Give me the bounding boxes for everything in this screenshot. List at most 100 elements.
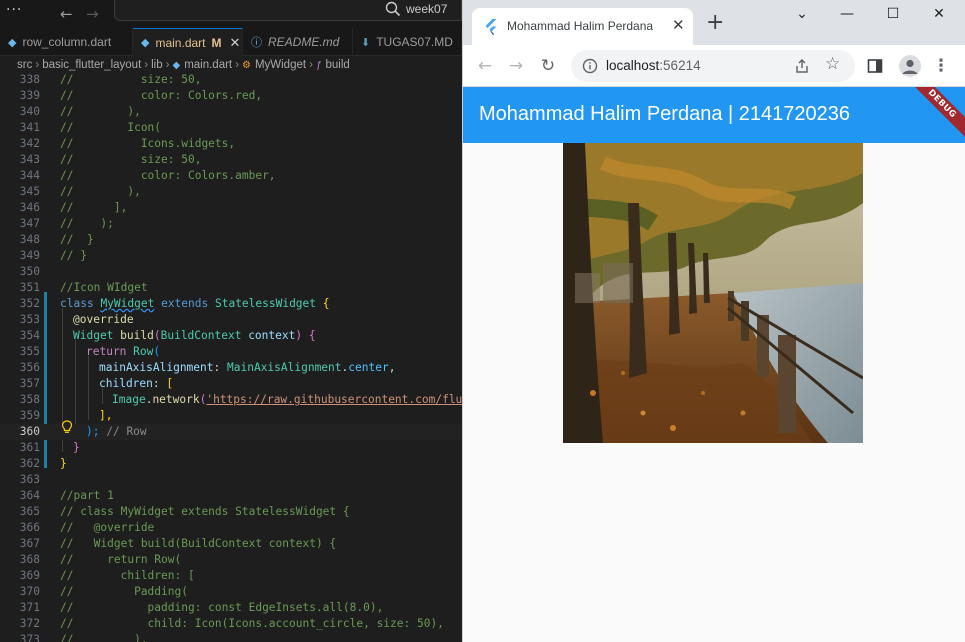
code-line: 370// Padding( (19, 585, 188, 598)
code-line: 351//Icon WIdget (19, 281, 148, 294)
flutter-logo-icon (485, 19, 497, 35)
code-line: 368// return Row( (19, 553, 182, 566)
back-arrow-icon[interactable]: ← (473, 54, 497, 78)
menu-dots-icon[interactable]: ··· (6, 2, 22, 18)
browser-tab-active[interactable]: Mohammad Halim Perdana | ✕ (472, 8, 693, 45)
share-icon[interactable] (794, 58, 810, 74)
code-line: 339// color: Colors.red, (19, 89, 263, 102)
browser-tab-title: Mohammad Halim Perdana | (507, 19, 657, 33)
search-icon (385, 1, 401, 17)
tab-search-dropdown-icon[interactable]: ⌄ (790, 6, 814, 26)
site-info-icon[interactable] (582, 58, 598, 74)
code-line: 338// size: 50, (19, 73, 202, 86)
side-panel-icon[interactable] (867, 58, 883, 74)
breadcrumb-item[interactable]: main.dart (184, 59, 232, 71)
browser-toolbar: ← → ↻ localhost:56214 ☆ ⋮ (463, 45, 965, 87)
class-symbol-icon: ⚙ (241, 59, 251, 71)
code-line: 362} (19, 457, 67, 470)
code-line: 343// size: 50, (19, 153, 202, 166)
vscode-titlebar: ··· ← → week07 (0, 0, 462, 28)
code-line: 373// ), (19, 633, 148, 642)
flutter-app-bar: Mohammad Halim Perdana | 2141720236 DEBU… (463, 87, 965, 143)
tab-row-column[interactable]: ◆ row_column.dart (0, 28, 133, 56)
debug-banner: DEBUG (901, 87, 965, 143)
code-line: 364//part 1 (19, 489, 114, 502)
code-editor[interactable]: 338// size: 50, 339// color: Colors.red,… (0, 72, 462, 642)
code-line: 365// class MyWidget extends StatelessWi… (19, 505, 350, 518)
code-line: 349// } (19, 249, 87, 262)
code-line: 369// children: [ (19, 569, 195, 582)
code-line: 347// ); (19, 217, 114, 230)
code-line: 356 mainAxisAlignment: MainAxisAlignment.… (19, 361, 396, 374)
forward-arrow-icon[interactable]: → (504, 54, 528, 78)
breadcrumb-item[interactable]: src (17, 59, 32, 71)
chevron-right-icon: › (235, 59, 239, 71)
close-icon[interactable]: ✕ (230, 35, 241, 51)
code-line: 363 (19, 473, 40, 486)
command-center[interactable]: week07 (114, 0, 462, 21)
dart-file-icon: ◆ (172, 59, 181, 71)
autumn-park-photo (563, 143, 863, 443)
breadcrumb-item[interactable]: lib (151, 59, 163, 71)
code-line: 342// Icons.widgets, (19, 137, 236, 150)
vscode-window: ··· ← → week07 ◆ row_column.dart ◆ main.… (0, 0, 462, 642)
breadcrumb-item[interactable]: build (325, 59, 349, 71)
breadcrumb-item[interactable]: MyWidget (255, 59, 306, 71)
tab-tugas07[interactable]: ⬇ TUGAS07.MD (353, 28, 462, 56)
browser-tabstrip: Mohammad Halim Perdana | ✕ + ⌄ — ☐ ✕ (463, 0, 965, 45)
code-line: 367// Widget build(BuildContext context)… (19, 537, 337, 550)
url-port: :56214 (659, 58, 701, 73)
info-icon: ⓘ (251, 37, 262, 49)
url-text: localhost:56214 (606, 58, 701, 73)
flutter-page-body (463, 143, 965, 642)
code-line: 355 return Row( (19, 345, 161, 358)
url-host: localhost (606, 58, 660, 73)
code-line: 345// ), (19, 185, 141, 198)
code-line: 353 @override (19, 313, 134, 326)
code-line: 371// padding: const EdgeInsets.all(8.0)… (19, 601, 384, 614)
tab-label: main.dart (155, 35, 206, 50)
dart-file-icon: ◆ (141, 37, 150, 49)
code-line: 350 (19, 265, 40, 278)
address-bar[interactable]: localhost:56214 ☆ (571, 50, 855, 82)
maximize-button[interactable]: ☐ (881, 6, 905, 26)
lightbulb-icon[interactable] (61, 420, 73, 434)
code-line: 344// color: Colors.amber, (19, 169, 276, 182)
forward-arrow-icon[interactable]: → (86, 5, 99, 23)
close-icon[interactable]: ✕ (672, 16, 685, 34)
kebab-menu-icon[interactable]: ⋮ (929, 54, 953, 78)
new-tab-button[interactable]: + (706, 12, 724, 34)
code-line: 357 children: [ (19, 377, 174, 390)
back-arrow-icon[interactable]: ← (60, 5, 73, 23)
download-icon: ⬇ (361, 36, 371, 49)
app-bar-title: Mohammad Halim Perdana | 2141720236 (479, 103, 850, 125)
tab-main-dart[interactable]: ◆ main.dart M ✕ (133, 28, 243, 56)
person-icon (902, 59, 918, 74)
minimize-button[interactable]: — (835, 6, 859, 26)
code-line: 346// ], (19, 201, 128, 214)
bookmark-star-icon[interactable]: ☆ (825, 54, 840, 74)
reload-icon[interactable]: ↻ (536, 54, 560, 78)
modified-marker: M (211, 35, 222, 50)
code-line: 354 Widget build(BuildContext context) { (19, 329, 316, 342)
window-close-button[interactable]: ✕ (927, 6, 951, 26)
code-line: 352 class MyWidget extends StatelessWidge… (19, 297, 330, 310)
code-line: 361} (19, 441, 80, 454)
chevron-right-icon: › (309, 59, 313, 71)
chevron-right-icon: › (165, 59, 170, 71)
code-line: 348// } (19, 233, 94, 246)
profile-avatar[interactable] (899, 55, 921, 77)
desktop: ··· ← → week07 ◆ row_column.dart ◆ main.… (0, 0, 965, 642)
code-line: 340// ), (19, 105, 141, 118)
dart-file-icon: ◆ (8, 36, 17, 49)
code-line: 358 Image.network('https://raw.githubuser… (19, 393, 462, 406)
code-line: 341// Icon( (19, 121, 162, 134)
tab-readme[interactable]: ⓘ README.md (243, 28, 353, 56)
command-center-label: week07 (406, 2, 448, 16)
function-symbol-icon: ƒ (315, 59, 322, 71)
tab-label: row_column.dart (22, 35, 112, 49)
breadcrumb-item[interactable]: basic_flutter_layout (42, 59, 141, 71)
tab-label: TUGAS07.MD (376, 35, 453, 49)
chevron-right-icon: › (144, 59, 149, 71)
tab-label: README.md (268, 35, 340, 49)
